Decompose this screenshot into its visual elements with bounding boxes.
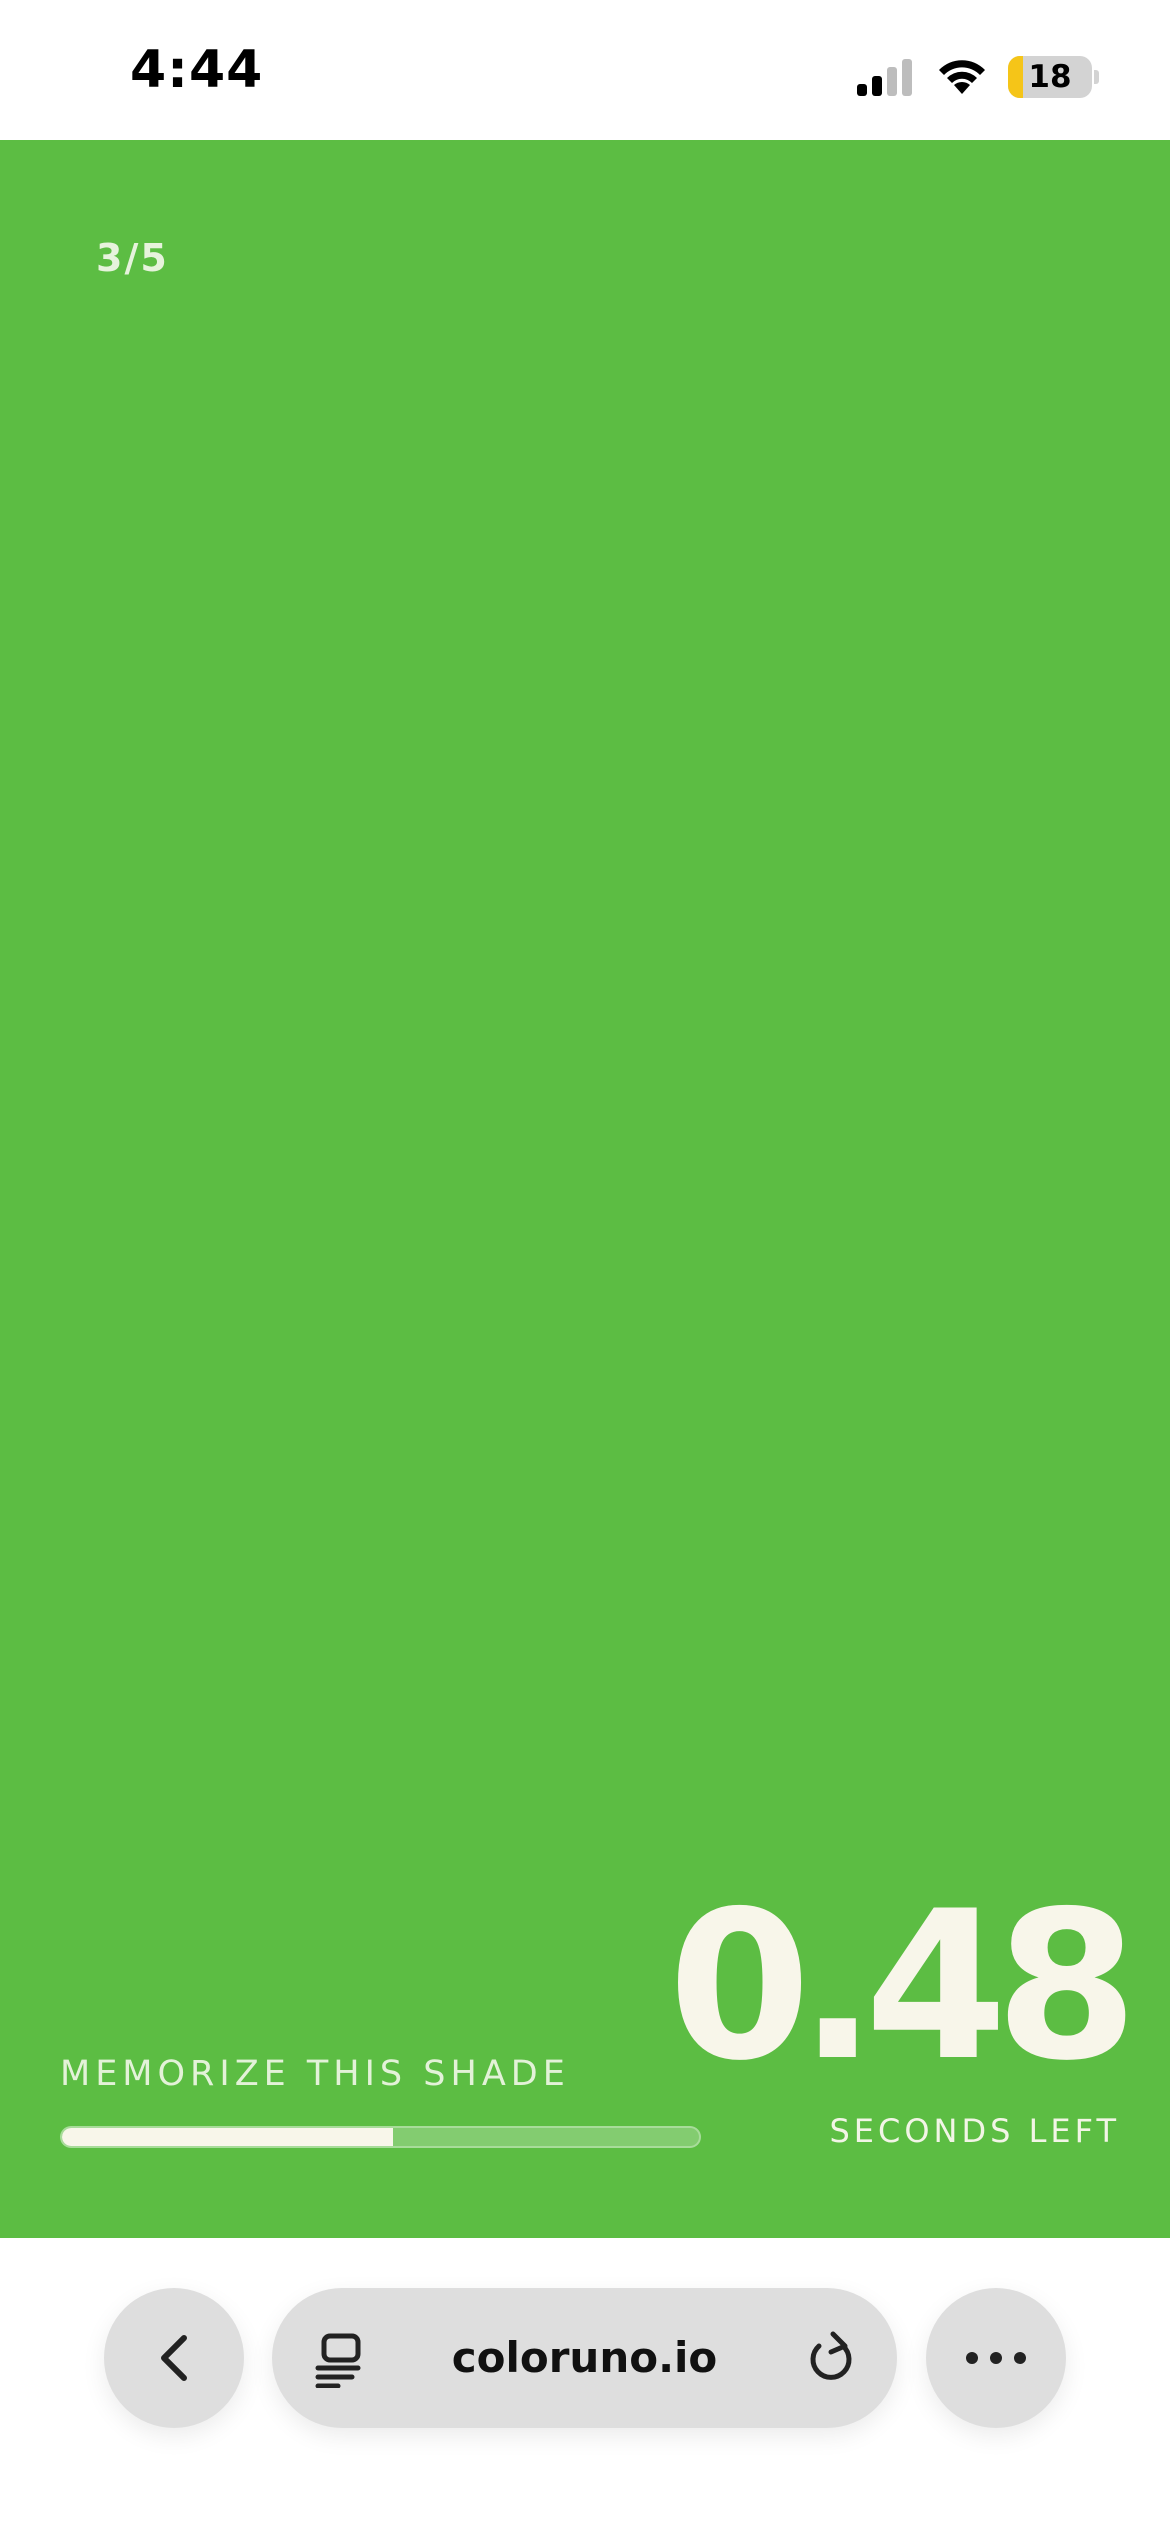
battery-cap	[1094, 70, 1099, 84]
color-swatch-area: 3/5 0.48 SECONDS LEFT MEMORIZE THIS SHAD…	[0, 140, 1170, 2238]
chevron-left-icon	[161, 2335, 187, 2381]
browser-toolbar: coloruno.io	[0, 2238, 1170, 2532]
reload-icon[interactable]	[805, 2330, 857, 2386]
battery-percentage: 18	[1028, 59, 1072, 95]
time-progress-bar	[60, 2126, 701, 2148]
url-text[interactable]: coloruno.io	[272, 2288, 897, 2428]
wifi-icon	[939, 60, 985, 94]
instruction-text: MEMORIZE THIS SHADE	[60, 2054, 570, 2094]
timer-label: SECONDS LEFT	[829, 2112, 1120, 2150]
address-bar[interactable]: coloruno.io	[272, 2288, 897, 2428]
countdown-timer: 0.48	[668, 1868, 1138, 2106]
status-bar: 4:44 18	[0, 0, 1170, 140]
battery-icon: 18	[1008, 56, 1092, 98]
time-progress-fill	[62, 2128, 394, 2146]
round-counter: 3/5	[96, 236, 169, 280]
back-button[interactable]	[104, 2288, 244, 2428]
more-options-button[interactable]	[926, 2288, 1066, 2428]
status-time: 4:44	[130, 40, 264, 100]
cellular-signal-icon	[857, 59, 912, 96]
ellipsis-icon	[966, 2352, 1026, 2364]
